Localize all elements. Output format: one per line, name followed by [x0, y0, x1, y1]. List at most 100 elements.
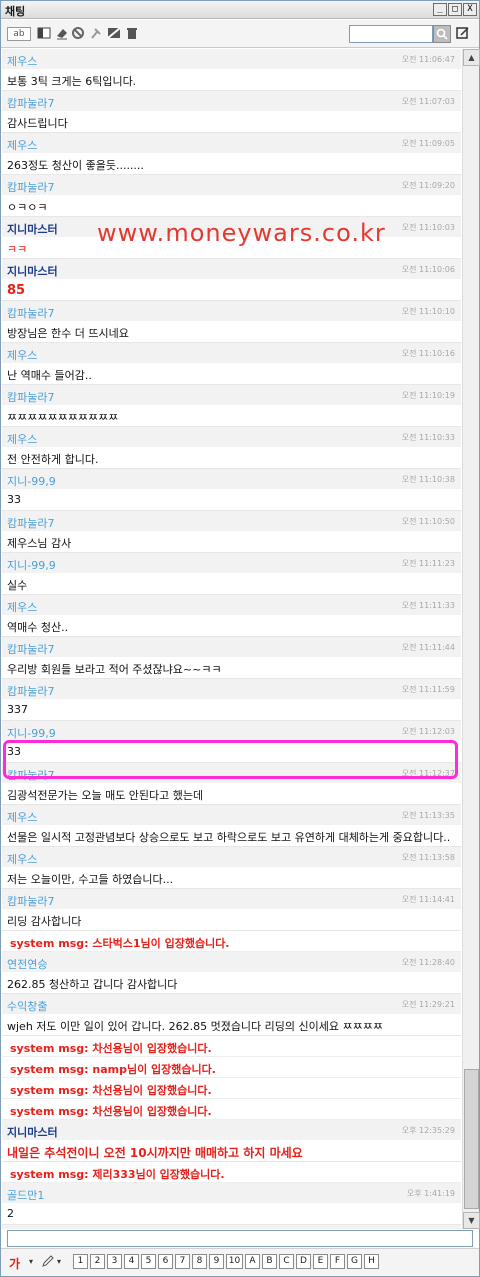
sender-name[interactable]: 수익창출: [7, 998, 47, 1014]
quick-key-button[interactable]: F: [330, 1254, 345, 1269]
sender-name[interactable]: 제우스: [7, 347, 37, 363]
sender-name[interactable]: 지니마스터: [7, 1124, 58, 1140]
quick-key-button[interactable]: 9: [209, 1254, 224, 1269]
message-header: 지니마스터 오전 11:10:06: [2, 259, 461, 279]
message-text: 우리방 회원들 보라고 적어 주셨잖냐요~~ㅋㅋ: [7, 663, 222, 676]
quick-key-button[interactable]: D: [296, 1254, 311, 1269]
chat-message: 캄파눌라7 오전 11:10:10 방장님은 한수 더 뜨시네요: [2, 301, 461, 343]
quick-key-button[interactable]: 3: [107, 1254, 122, 1269]
chat-message: 제우스 오전 11:13:58 저는 오늘이만, 수고들 하였습니다...: [2, 847, 461, 889]
message-time: 오전 11:13:58: [401, 853, 455, 862]
sender-name[interactable]: 제우스: [7, 53, 37, 69]
pin-icon[interactable]: [89, 26, 103, 42]
message-text: ㅇㅋㅇㅋ: [7, 201, 48, 214]
message-header: 제우스 오전 11:13:35: [2, 805, 461, 825]
font-color-button[interactable]: 가: [9, 1255, 20, 1272]
minimize-button[interactable]: _: [433, 3, 447, 16]
message-header: 연전연승 오전 11:28:40: [2, 952, 461, 972]
font-size-button[interactable]: ab: [7, 27, 31, 41]
message-time: 오전 11:29:21: [401, 1000, 455, 1009]
quick-key-button[interactable]: 1: [73, 1254, 88, 1269]
sender-name[interactable]: 지니-99,9: [7, 473, 56, 489]
quick-key-button[interactable]: 7: [175, 1254, 190, 1269]
close-button[interactable]: X: [463, 3, 477, 16]
eraser-icon[interactable]: [55, 26, 69, 42]
trash-icon[interactable]: [125, 26, 139, 42]
message-text: 저는 오늘이만, 수고들 하였습니다...: [7, 873, 174, 886]
sender-name[interactable]: 캄파눌라7: [7, 767, 54, 783]
message-header: 캄파눌라7 오전 11:11:59: [2, 679, 461, 699]
quick-key-button[interactable]: H: [364, 1254, 379, 1269]
quick-key-button[interactable]: 10: [226, 1254, 243, 1269]
message-time: 오전 11:10:50: [401, 517, 455, 526]
quick-key-button[interactable]: 5: [141, 1254, 156, 1269]
message-text: 전 안전하게 합니다.: [7, 453, 99, 466]
search-icon[interactable]: [433, 25, 451, 43]
message-time: 오전 11:10:06: [401, 265, 455, 274]
sender-name[interactable]: 지니마스터: [7, 263, 58, 279]
sender-name[interactable]: 골드만1: [7, 1187, 44, 1203]
message-header: 제우스 오전 11:11:33: [2, 595, 461, 615]
message-text: 262.85 청산하고 갑니다 감사합니다: [7, 978, 178, 991]
sender-name[interactable]: 캄파눌라7: [7, 641, 54, 657]
message-time: 오후 1:41:19: [406, 1189, 455, 1198]
scroll-thumb[interactable]: [464, 1069, 479, 1209]
message-header: 제우스 오전 11:09:05: [2, 133, 461, 153]
message-header: 지니-99,9 오전 11:11:23: [2, 553, 461, 573]
message-header: 지니-99,9 오전 11:10:38: [2, 469, 461, 489]
chat-message: 지니마스터 오전 11:10:06 85: [2, 259, 461, 301]
sender-name[interactable]: 연전연승: [7, 956, 47, 972]
sender-name[interactable]: 제우스: [7, 599, 37, 615]
chat-message: 캄파눌라7 오전 11:10:19 ㅉㅉㅉㅉㅉㅉㅉㅉㅉㅉㅉ: [2, 385, 461, 427]
maximize-button[interactable]: □: [448, 3, 462, 16]
sender-name[interactable]: 캄파눌라7: [7, 305, 54, 321]
quick-key-button[interactable]: B: [262, 1254, 277, 1269]
edit-icon[interactable]: [455, 26, 471, 42]
scroll-up-icon[interactable]: ▲: [463, 49, 480, 66]
message-header: 수익창출 오전 11:29:21: [2, 994, 461, 1014]
quick-key-button[interactable]: 8: [192, 1254, 207, 1269]
scroll-down-icon[interactable]: ▼: [463, 1212, 480, 1229]
quick-key-button[interactable]: A: [245, 1254, 260, 1269]
chat-message: 제우스 오전 11:11:33 역매수 청산..: [2, 595, 461, 637]
sender-name[interactable]: 제우스: [7, 137, 37, 153]
sender-name[interactable]: 지니-99,9: [7, 725, 56, 741]
sender-name[interactable]: 제우스: [7, 851, 37, 867]
chevron-down-icon[interactable]: ▾: [29, 1257, 33, 1266]
sender-name[interactable]: 캄파눌라7: [7, 515, 54, 531]
quick-key-button[interactable]: G: [347, 1254, 362, 1269]
sender-name[interactable]: 캄파눌라7: [7, 95, 54, 111]
chevron-down-icon[interactable]: ▾: [57, 1257, 61, 1266]
system-message: system msg: 차선용님이 입장했습니다.: [2, 1099, 461, 1120]
window-title: 채팅: [5, 5, 26, 18]
pen-icon[interactable]: [41, 1254, 55, 1271]
quick-key-button[interactable]: 6: [158, 1254, 173, 1269]
sender-name[interactable]: 지니마스터: [7, 221, 58, 237]
quick-key-button[interactable]: C: [279, 1254, 294, 1269]
sender-name[interactable]: 제우스: [7, 809, 37, 825]
sender-name[interactable]: 캄파눌라7: [7, 179, 54, 195]
quick-key-button[interactable]: 4: [124, 1254, 139, 1269]
message-input[interactable]: [7, 1230, 473, 1247]
search-input[interactable]: [349, 25, 433, 43]
ban-icon[interactable]: [71, 26, 85, 42]
system-message: system msg: 스타벅스1님이 입장했습니다.: [2, 931, 461, 952]
sender-name[interactable]: 지니-99,9: [7, 557, 56, 573]
quick-key-button[interactable]: 2: [90, 1254, 105, 1269]
title-bar[interactable]: 채팅 _ □ X: [1, 1, 479, 19]
sender-name[interactable]: 캄파눌라7: [7, 683, 54, 699]
chat-message: 지니-99,9 오전 11:12:03 33: [2, 721, 461, 763]
panel-icon[interactable]: [37, 26, 51, 42]
slash-icon[interactable]: [107, 26, 121, 42]
toolbar: ab: [1, 20, 479, 48]
sender-name[interactable]: 제우스: [7, 431, 37, 447]
scrollbar[interactable]: ▲ ▼: [462, 49, 480, 1229]
message-time: 오전 11:12:03: [401, 727, 455, 736]
quick-key-button[interactable]: E: [313, 1254, 328, 1269]
message-time: 오전 11:11:44: [401, 643, 455, 652]
chat-message: 캄파눌라7 오전 11:09:20 ㅇㅋㅇㅋ: [2, 175, 461, 217]
sender-name[interactable]: 캄파눌라7: [7, 893, 54, 909]
sender-name[interactable]: 캄파눌라7: [7, 389, 54, 405]
message-header: 지니-99,9 오전 11:12:03: [2, 721, 461, 741]
message-time: 오전 11:11:33: [401, 601, 455, 610]
